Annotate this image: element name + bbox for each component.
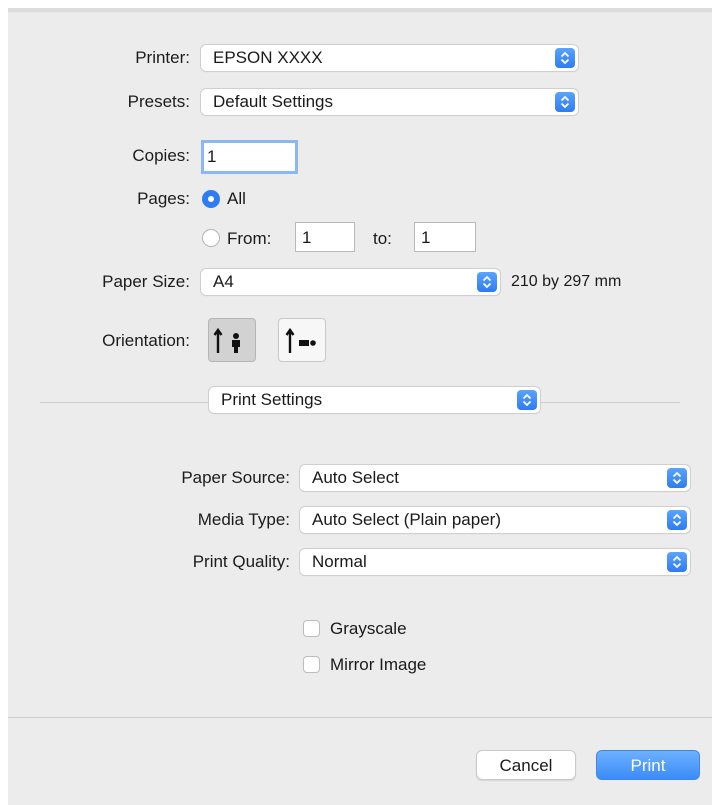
pages-from-radio[interactable]	[202, 229, 220, 247]
pages-to-label: to:	[373, 229, 392, 248]
paper-source-select[interactable]: Auto Select	[300, 465, 690, 491]
up-down-chevron-icon	[517, 390, 537, 410]
mirror-image-label: Mirror Image	[330, 655, 427, 674]
printer-select[interactable]: EPSON XXXX	[201, 45, 578, 71]
paper-size-dimensions: 210 by 297 mm	[511, 273, 622, 290]
paper-source-label: Paper Source:	[181, 468, 290, 487]
printer-value: EPSON XXXX	[213, 48, 323, 67]
print-settings-menu-value: Print Settings	[221, 390, 323, 409]
print-button[interactable]: Print	[596, 750, 700, 780]
print-quality-value: Normal	[312, 552, 367, 571]
presets-label: Presets:	[127, 92, 190, 111]
pages-to-value: 1	[421, 228, 431, 247]
up-down-chevron-icon	[555, 92, 575, 112]
mirror-image-checkbox[interactable]	[303, 656, 320, 673]
up-down-chevron-icon	[667, 468, 687, 488]
paper-size-select[interactable]: A4	[201, 269, 500, 295]
pages-label: Pages:	[137, 189, 190, 208]
portrait-orientation-button[interactable]	[208, 318, 256, 362]
media-type-label: Media Type:	[197, 510, 290, 529]
printer-label: Printer:	[135, 48, 190, 67]
copies-field[interactable]: 1	[201, 140, 298, 174]
pages-all-radio[interactable]	[202, 190, 220, 208]
bottom-divider	[8, 717, 712, 718]
up-down-chevron-icon	[667, 552, 687, 572]
grayscale-label: Grayscale	[330, 619, 407, 638]
copies-label: Copies:	[132, 146, 190, 165]
presets-select[interactable]: Default Settings	[201, 89, 578, 115]
portrait-orientation-icon	[213, 327, 240, 353]
paper-source-value: Auto Select	[312, 468, 399, 487]
pages-to-field[interactable]: 1	[414, 222, 476, 252]
dialog-top-edge	[8, 12, 712, 13]
section-divider-left	[40, 402, 210, 403]
print-quality-select[interactable]: Normal	[300, 549, 690, 575]
pages-from-value: 1	[302, 228, 312, 247]
print-quality-label: Print Quality:	[192, 552, 290, 571]
up-down-chevron-icon	[555, 48, 575, 68]
pages-all-label: All	[227, 189, 246, 208]
pages-from-label: From:	[227, 229, 272, 248]
media-type-value: Auto Select (Plain paper)	[312, 510, 501, 529]
paper-size-value: A4	[213, 272, 234, 291]
grayscale-checkbox[interactable]	[303, 620, 320, 637]
copies-value: 1	[207, 147, 217, 166]
paper-size-label: Paper Size:	[102, 272, 190, 291]
presets-value: Default Settings	[213, 92, 334, 111]
section-divider-right	[540, 402, 680, 403]
landscape-orientation-icon	[285, 327, 316, 353]
print-settings-menu[interactable]: Print Settings	[209, 387, 540, 413]
media-type-select[interactable]: Auto Select (Plain paper)	[300, 507, 690, 533]
cancel-button[interactable]: Cancel	[476, 750, 576, 780]
up-down-chevron-icon	[477, 272, 497, 292]
orientation-label: Orientation:	[102, 331, 190, 350]
landscape-orientation-button[interactable]	[278, 318, 326, 362]
pages-from-field[interactable]: 1	[295, 222, 355, 252]
up-down-chevron-icon	[667, 510, 687, 530]
